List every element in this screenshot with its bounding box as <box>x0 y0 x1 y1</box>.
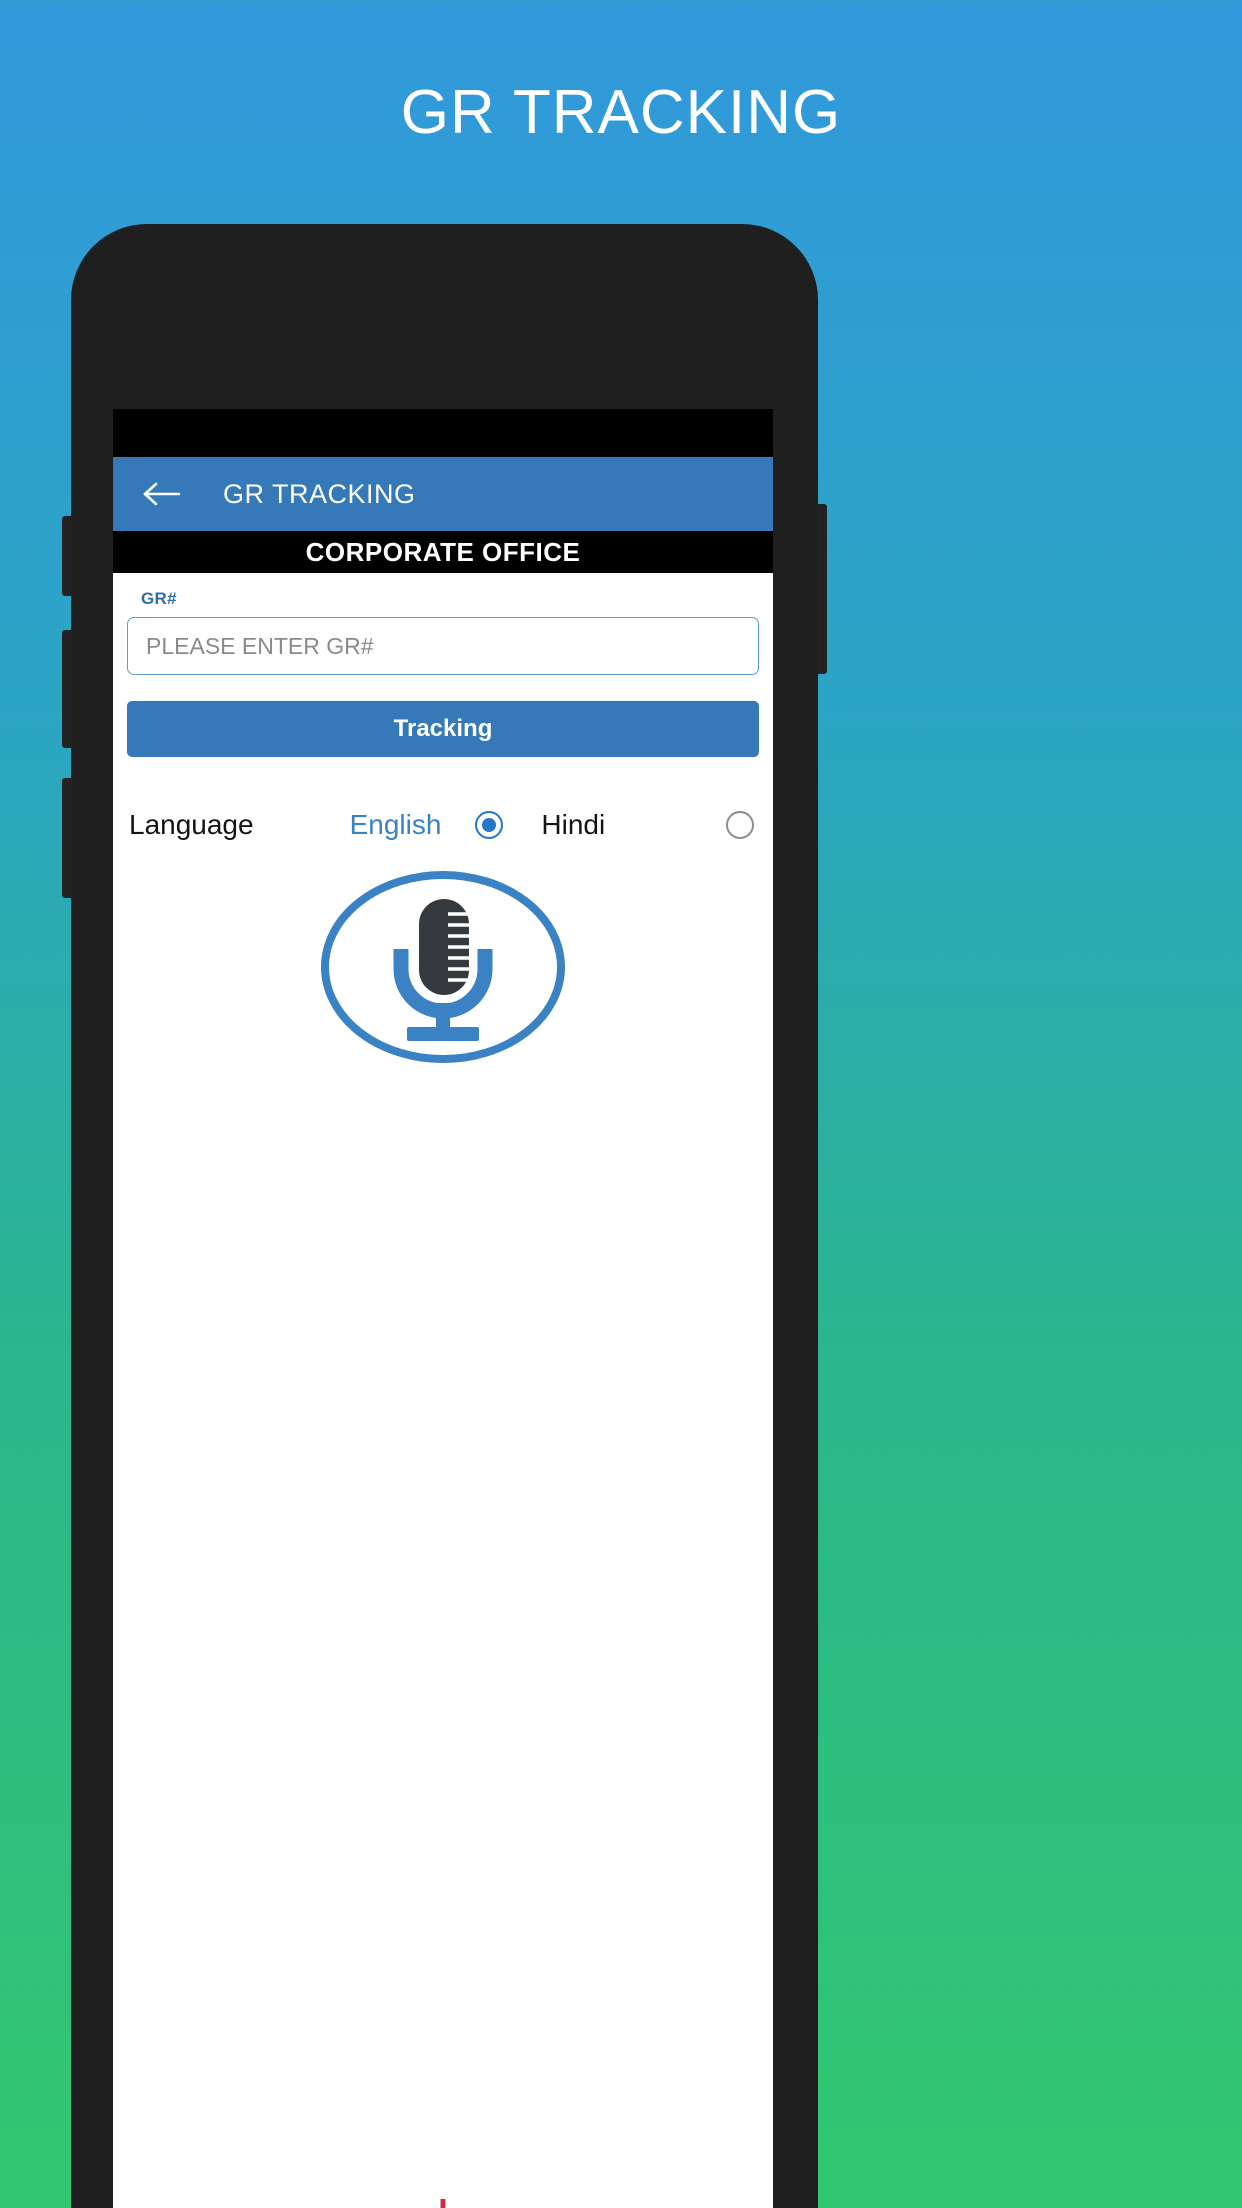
language-radio-hindi[interactable] <box>726 811 754 839</box>
language-radio-english[interactable] <box>475 811 504 839</box>
bixby-button[interactable] <box>62 516 72 596</box>
gr-number-input[interactable] <box>127 617 759 675</box>
status-bar <box>113 409 773 457</box>
language-option-hindi-label[interactable]: Hindi <box>541 809 605 841</box>
office-banner-label: CORPORATE OFFICE <box>305 536 581 567</box>
power-button[interactable] <box>817 504 827 674</box>
volume-down-button[interactable] <box>62 778 72 898</box>
office-banner: CORPORATE OFFICE <box>113 531 773 573</box>
language-option-english-label[interactable]: English <box>350 809 442 841</box>
phone-device-frame: GR TRACKING CORPORATE OFFICE GR# Trackin… <box>62 224 827 2208</box>
volume-up-button[interactable] <box>62 630 72 748</box>
language-selector: Language English Hindi <box>127 801 759 849</box>
arrow-left-icon[interactable] <box>141 473 183 515</box>
app-bar-title: GR TRACKING <box>223 478 416 509</box>
page-title: GR TRACKING <box>400 78 842 147</box>
voice-input-button[interactable] <box>127 869 759 1065</box>
tracking-button[interactable]: Tracking <box>127 701 759 757</box>
recording-indicator <box>440 2199 446 2208</box>
gr-number-label: GR# <box>141 589 177 608</box>
language-label: Language <box>129 809 254 840</box>
phone-screen: GR TRACKING CORPORATE OFFICE GR# Trackin… <box>113 409 773 2208</box>
app-bar: GR TRACKING <box>113 457 773 531</box>
microphone-icon <box>321 871 565 1063</box>
tracking-form: GR# Tracking Language English Hindi <box>113 573 773 2208</box>
